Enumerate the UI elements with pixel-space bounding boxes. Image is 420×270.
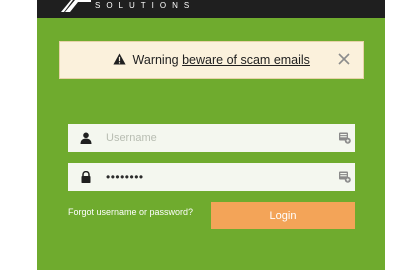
lock-icon	[81, 171, 91, 183]
header-bar: SOLUTIONS	[37, 0, 385, 18]
username-input[interactable]	[106, 124, 326, 152]
warning-triangle-icon	[113, 53, 126, 65]
warning-message: Warning beware of scam emails	[60, 53, 363, 67]
login-button[interactable]: Login	[211, 202, 355, 229]
scam-emails-link[interactable]: beware of scam emails	[182, 53, 310, 67]
login-card: Warning beware of scam emails Username •…	[37, 18, 385, 270]
password-manager-icon[interactable]	[339, 132, 351, 144]
warning-label: Warning	[132, 53, 179, 67]
close-icon	[338, 53, 350, 65]
warning-banner: Warning beware of scam emails	[59, 41, 364, 79]
login-page: SOLUTIONS Warning beware of scam emails	[0, 0, 420, 270]
close-warning-button[interactable]	[335, 50, 353, 68]
password-manager-icon[interactable]	[339, 171, 351, 183]
password-input[interactable]: ••••••••	[106, 170, 144, 184]
username-field[interactable]	[68, 124, 355, 152]
user-icon	[80, 132, 92, 144]
logo-text: SOLUTIONS	[95, 1, 196, 10]
logo-mark	[61, 0, 91, 12]
password-field[interactable]: ••••••••	[68, 163, 355, 191]
forgot-credentials-link[interactable]: Forgot username or password?	[68, 207, 193, 217]
